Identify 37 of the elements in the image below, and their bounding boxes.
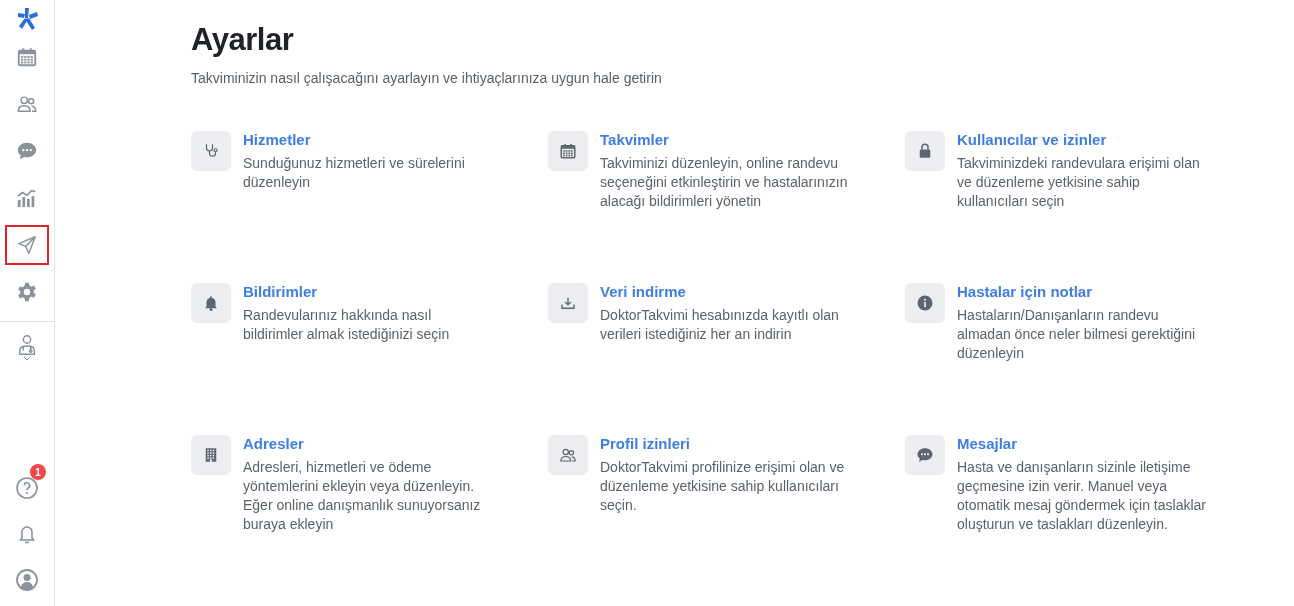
calendar-icon <box>16 46 38 68</box>
card-description: Takviminizdeki randevulara erişimi olan ve düzenleme yetkisine sahip kullanıcıları seçin <box>957 154 1201 211</box>
calendar-icon <box>559 142 577 160</box>
card-description: Sunduğunuz hizmetleri ve sürelerini düzenleyin <box>243 154 466 192</box>
bar-chart-icon <box>16 187 38 209</box>
card-description: Hasta ve danışanların sizinle iletişime geçmesine izin verir. Manuel veya otomatik mesaj göndermek için taslaklar oluşturun ve taslakları düzenleyin. <box>957 458 1207 534</box>
chevron-down-icon <box>23 355 31 361</box>
chat-icon <box>16 140 38 162</box>
logo-icon[interactable] <box>15 7 39 31</box>
card-title[interactable]: Hizmetler <box>243 131 495 148</box>
people-icon <box>16 93 38 115</box>
notification-badge: 1 <box>30 464 46 480</box>
card-title[interactable]: Adresler <box>243 435 495 452</box>
card-description: DoktorTakvimi profilinize erişimi olan ve düzenleme yetkisine sahip kullanıcıları seçin. <box>600 458 846 515</box>
paper-plane-icon <box>16 234 38 256</box>
card-title[interactable]: Profil izinleri <box>600 435 852 452</box>
card-title[interactable]: Bildirimler <box>243 283 495 300</box>
settings-icon <box>16 281 38 303</box>
card-description: Takviminizi düzenleyin, online randevu seçeneğini etkinleştirin ve hastalarınızın alacağı bildirimleri yönetin <box>600 154 849 211</box>
card-title[interactable]: Hastalar için notlar <box>957 283 1209 300</box>
people-icon <box>559 446 577 464</box>
doctor-icon <box>16 333 38 356</box>
help-icon <box>15 476 39 500</box>
page-subtitle: Takviminizin nasıl çalışacağını ayarlayın ve ihtiyaçlarınıza uygun hale getirin <box>191 70 663 86</box>
card-description: Adresleri, hizmetleri ve ödeme yöntemlerini ekleyin veya düzenleyin. Eğer online danışmanlık sunuyorsanız buraya ekleyin <box>243 458 482 534</box>
sidebar-nav-item[interactable] <box>5 225 49 265</box>
page-title: Ayarlar <box>191 22 295 58</box>
user-icon <box>15 568 39 592</box>
card-description: Hastaların/Danışanların randevu almadan önce neler bilmesi gerektiğini düzenleyin <box>957 306 1197 363</box>
info-icon <box>916 294 934 312</box>
card-title[interactable]: Takvimler <box>600 131 852 148</box>
card-title[interactable]: Mesajlar <box>957 435 1209 452</box>
card-title[interactable]: Veri indirme <box>600 283 852 300</box>
card-description: DoktorTakvimi hesabınızda kayıtlı olan verileri istediğiniz her an indirin <box>600 306 840 344</box>
chat-icon <box>916 446 934 464</box>
card-description: Randevularınız hakkında nasıl bildirimler almak istediğinizi seçin <box>243 306 451 344</box>
card-title[interactable]: Kullanıcılar ve izinler <box>957 131 1209 148</box>
